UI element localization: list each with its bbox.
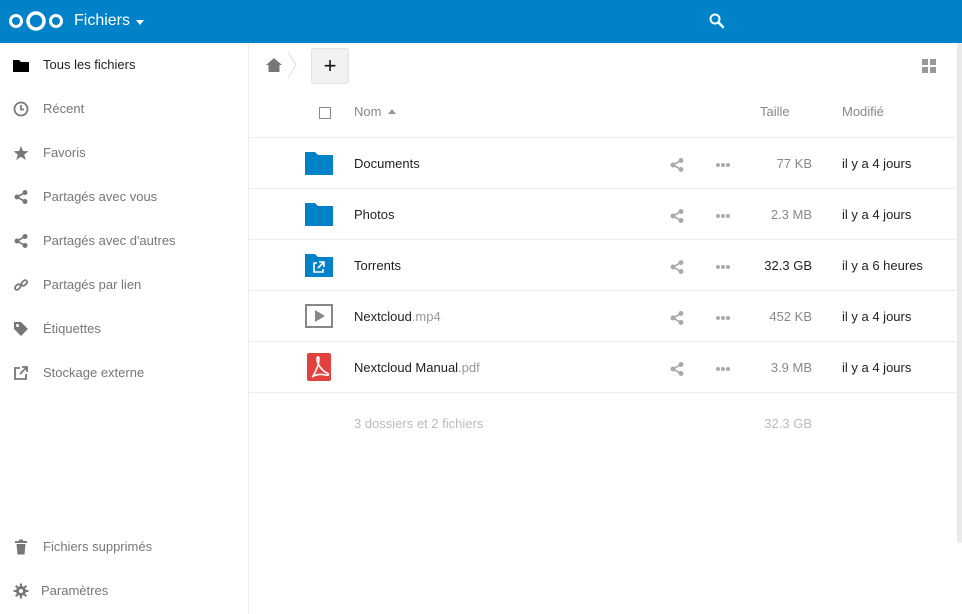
file-summary: 3 dossiers et 2 fichiers [354,416,484,431]
gear-icon [12,582,30,600]
file-name[interactable]: Photos [354,207,394,222]
new-file-button[interactable]: + [311,48,349,84]
clock-icon [12,100,30,118]
sidebar-item-label: Stockage externe [43,365,145,380]
sidebar-item-label: Favoris [43,145,86,160]
file-size: 2.3 MB [770,207,812,222]
breadcrumb-separator [287,51,297,79]
file-modified: il y a 4 jours [842,207,912,222]
file-name[interactable]: Nextcloud.mp4 [354,309,441,324]
file-modified: il y a 6 heures [842,258,923,273]
sort-ascending-icon [388,109,397,114]
sidebar-item-shared-with-others[interactable]: Partagés avec d'autres [0,219,248,263]
file-size: 3.9 MB [770,360,812,375]
external-icon [12,364,30,382]
more-actions-icon[interactable] [715,162,731,168]
file-modified: il y a 4 jours [842,156,912,171]
sidebar-item-label: Tous les fichiers [43,57,136,72]
external-folder-icon [305,254,333,277]
file-size: 32.3 GB [764,258,812,273]
file-size: 77 KB [776,156,812,171]
sidebar-item-shared-by-link[interactable]: Partagés par lien [0,263,248,307]
settings-button[interactable]: Paramètres [0,569,248,613]
link-icon [12,276,30,294]
nextcloud-logo[interactable] [8,11,64,31]
video-icon [305,304,333,328]
file-name[interactable]: Documents [354,156,420,171]
tag-icon [12,320,30,338]
table-row[interactable]: Nextcloud.mp4 452 KB il y a 4 jours [249,291,957,342]
more-actions-icon[interactable] [715,315,731,321]
sidebar-item-favorites[interactable]: Favoris [0,131,248,175]
top-header: Fichiers [0,0,962,43]
select-all-checkbox[interactable] [319,107,331,119]
table-row[interactable]: Photos 2.3 MB il y a 4 jours [249,189,957,240]
folder-icon [305,203,333,226]
caret-down-icon [136,19,145,25]
total-size: 32.3 GB [764,416,812,431]
file-list-area: + Nom Taille Modifié Documents 77 KB il … [249,43,962,614]
sidebar-item-external-storage[interactable]: Stockage externe [0,351,248,395]
share-icon[interactable] [669,361,685,377]
file-modified: il y a 4 jours [842,360,912,375]
grid-view-icon[interactable] [922,59,936,73]
sidebar-item-tags[interactable]: Étiquettes [0,307,248,351]
folder-icon [305,152,333,175]
sort-by-size-header[interactable]: Taille [760,104,790,119]
search-icon[interactable] [708,12,726,30]
sidebar-item-recent[interactable]: Récent [0,87,248,131]
pdf-icon [307,353,331,381]
table-row[interactable]: Nextcloud Manual.pdf 3.9 MB il y a 4 jou… [249,342,957,393]
share-icon[interactable] [669,310,685,326]
sidebar-item-label: Paramètres [41,583,109,598]
folder-icon [12,56,30,74]
table-row[interactable]: Documents 77 KB il y a 4 jours [249,138,957,189]
sidebar-item-label: Partagés avec vous [43,189,158,204]
share-icon [12,188,30,206]
file-size: 452 KB [769,309,812,324]
sidebar-item-label: Partagés par lien [43,277,142,292]
sidebar-item-label: Fichiers supprimés [43,539,153,554]
more-actions-icon[interactable] [715,264,731,270]
table-header: Nom Taille Modifié [249,87,957,138]
more-actions-icon[interactable] [715,366,731,372]
file-modified: il y a 4 jours [842,309,912,324]
sidebar-item-deleted-files[interactable]: Fichiers supprimés [0,525,248,569]
app-menu-button[interactable]: Fichiers [74,12,145,30]
scrollbar[interactable] [957,43,962,543]
home-icon[interactable] [265,57,283,73]
share-icon [12,232,30,250]
sidebar-item-shared-with-you[interactable]: Partagés avec vous [0,175,248,219]
sidebar-item-label: Partagés avec d'autres [43,233,176,248]
file-name[interactable]: Nextcloud Manual.pdf [354,360,480,375]
sidebar-item-label: Récent [43,101,85,116]
sort-by-modified-header[interactable]: Modifié [842,104,884,119]
sidebar-item-label: Étiquettes [43,321,101,336]
navigation-sidebar: Tous les fichiers Récent Favoris Partagé… [0,43,249,614]
trash-icon [12,538,30,556]
file-name[interactable]: Torrents [354,258,401,273]
sort-by-name-header[interactable]: Nom [354,104,397,119]
column-header-name: Nom [354,104,382,119]
more-actions-icon[interactable] [715,213,731,219]
share-icon[interactable] [669,157,685,173]
table-row[interactable]: Torrents 32.3 GB il y a 6 heures [249,240,957,291]
sidebar-item-all-files[interactable]: Tous les fichiers [0,43,248,87]
app-title: Fichiers [74,12,131,29]
share-icon[interactable] [669,208,685,224]
star-icon [12,144,30,162]
share-icon[interactable] [669,259,685,275]
